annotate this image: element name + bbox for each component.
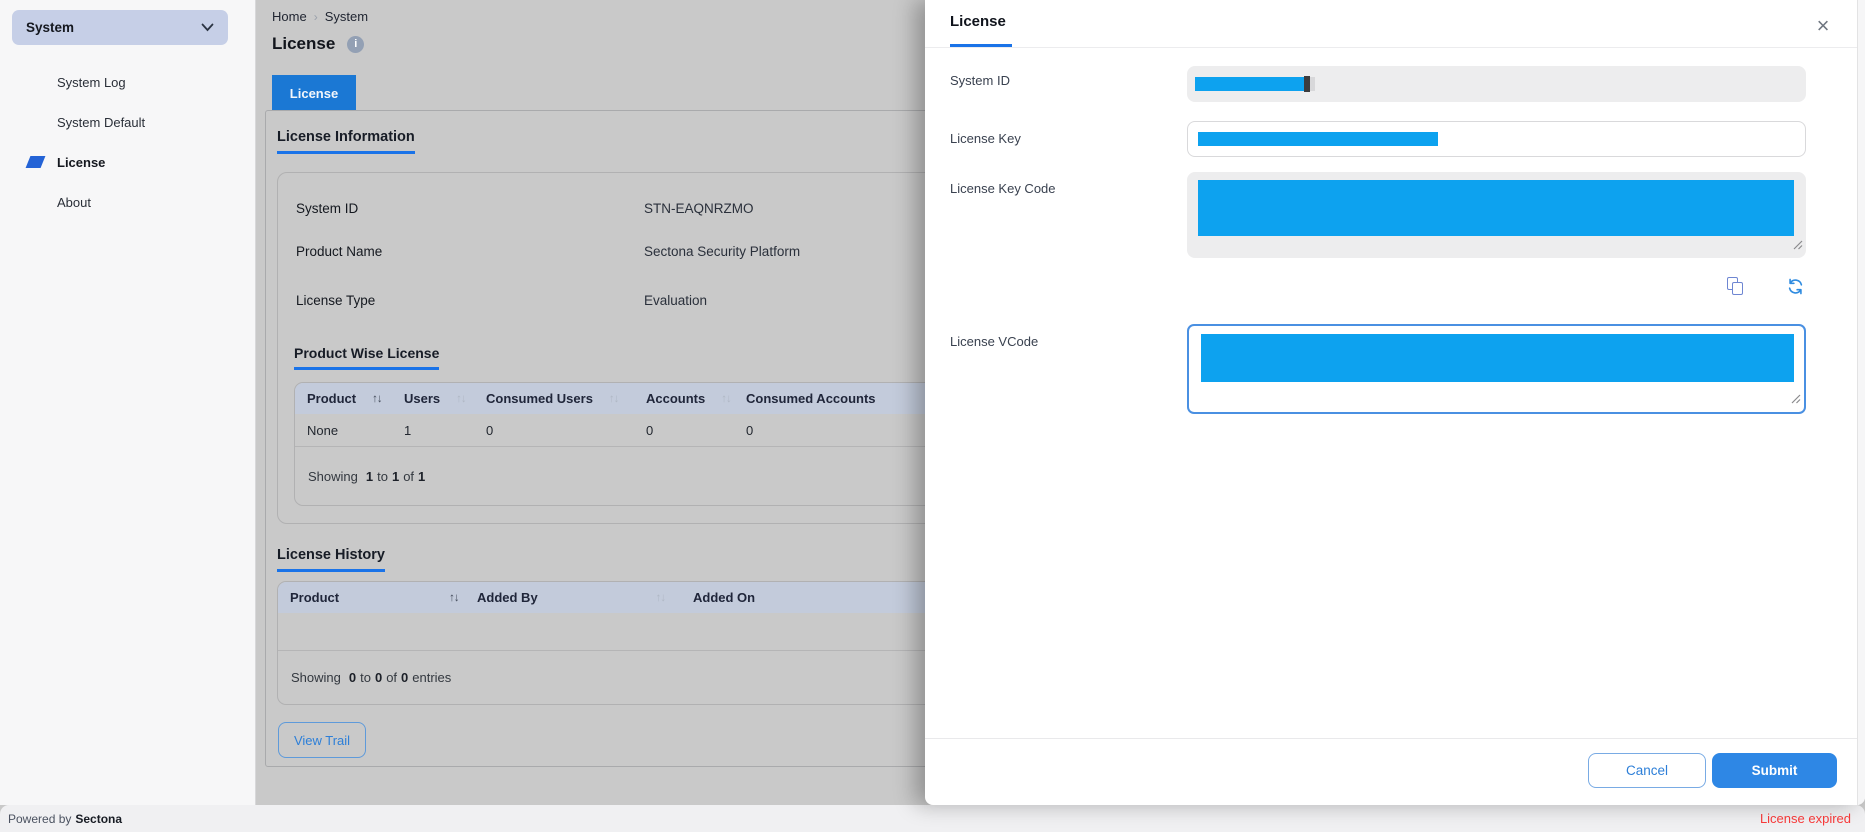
field-label: License Type xyxy=(296,293,644,308)
column-header-consumed-users[interactable]: Consumed Users ↑↓ xyxy=(474,391,634,406)
license-drawer: License × System ID License Key License … xyxy=(925,0,1865,805)
drawer-header: License xyxy=(925,0,1857,48)
section-heading-license-information: License Information xyxy=(277,129,415,154)
close-icon[interactable]: × xyxy=(1809,12,1837,40)
app-root: System System Log System Default License… xyxy=(0,0,1865,832)
info-row-license-type: License Type Evaluation xyxy=(296,293,707,308)
license-vcode-textarea[interactable] xyxy=(1187,324,1806,414)
redacted-value xyxy=(1198,132,1438,146)
field-label: System ID xyxy=(296,201,644,216)
drawer-title-underline xyxy=(950,44,1012,47)
license-key-input[interactable] xyxy=(1187,121,1806,157)
resize-handle-icon[interactable] xyxy=(1791,391,1801,409)
column-header-product[interactable]: Product ↑↓ xyxy=(295,391,392,406)
column-header-added-by[interactable]: Added By ↑↓ xyxy=(465,590,681,605)
column-label: Added By xyxy=(477,590,538,605)
section-heading-product-wise-license: Product Wise License xyxy=(294,345,439,370)
powered-by: Powered bySectona xyxy=(8,812,122,826)
column-header-accounts[interactable]: Accounts ↑↓ xyxy=(634,391,734,406)
license-key-code-textarea[interactable] xyxy=(1187,172,1806,258)
field-value: Evaluation xyxy=(644,293,707,308)
column-header-users[interactable]: Users ↑↓ xyxy=(392,391,474,406)
column-label: Users xyxy=(404,391,440,406)
drawer-label-license-key: License Key xyxy=(950,131,1021,146)
sidebar-item-label: About xyxy=(57,195,91,210)
submit-button[interactable]: Submit xyxy=(1712,753,1837,788)
chevron-down-icon xyxy=(201,23,214,32)
brand-name: Sectona xyxy=(75,812,122,826)
column-label: Accounts xyxy=(646,391,705,406)
footer-bar: Powered bySectona License expired xyxy=(0,805,1865,832)
view-trail-button[interactable]: View Trail xyxy=(278,722,366,758)
column-label: Product xyxy=(307,391,356,406)
redacted-value xyxy=(1195,77,1304,91)
page-title: License xyxy=(272,34,335,54)
sidebar-menu: System Log System Default License About xyxy=(0,62,255,222)
sidebar-item-label: System Default xyxy=(57,115,145,130)
redacted-value xyxy=(1198,180,1794,236)
drawer-label-system-id: System ID xyxy=(950,73,1010,88)
info-row-system-id: System ID STN-EAQNRZMO xyxy=(296,201,754,216)
system-menu-button[interactable]: System xyxy=(12,10,228,45)
sidebar-item-label: License xyxy=(57,155,105,170)
sidebar-item-label: System Log xyxy=(57,75,126,90)
field-value: Sectona Security Platform xyxy=(644,244,800,259)
license-status-badge: License expired xyxy=(1760,811,1851,826)
sidebar-item-system-log[interactable]: System Log xyxy=(0,62,255,102)
cancel-button[interactable]: Cancel xyxy=(1588,753,1706,788)
sort-icon: ↑↓ xyxy=(449,592,459,604)
tab-license[interactable]: License xyxy=(272,75,356,111)
system-id-input[interactable] xyxy=(1187,66,1806,102)
sidebar-item-system-default[interactable]: System Default xyxy=(0,102,255,142)
sidebar-item-license[interactable]: License xyxy=(0,142,255,182)
breadcrumb: Home › System xyxy=(272,9,368,24)
system-menu-label: System xyxy=(26,20,74,35)
cell-users: 1 xyxy=(392,423,474,438)
drawer-footer-divider xyxy=(925,738,1857,739)
sort-icon: ↑↓ xyxy=(372,393,382,405)
sort-icon: ↑↓ xyxy=(656,592,666,604)
drawer-title: License xyxy=(950,13,1006,30)
sidebar: System System Log System Default License… xyxy=(0,0,256,805)
cell-accounts: 0 xyxy=(634,423,734,438)
breadcrumb-system[interactable]: System xyxy=(325,9,368,24)
cell-consumed-users: 0 xyxy=(474,423,634,438)
column-header-product[interactable]: Product ↑↓ xyxy=(278,590,465,605)
breadcrumb-home[interactable]: Home xyxy=(272,9,307,24)
field-value: STN-EAQNRZMO xyxy=(644,201,754,216)
resize-handle-icon[interactable] xyxy=(1793,237,1803,255)
sort-icon: ↑↓ xyxy=(609,393,619,405)
redacted-value xyxy=(1201,334,1794,382)
column-label: Consumed Accounts xyxy=(746,391,876,406)
section-heading-license-history: License History xyxy=(277,547,385,572)
sort-icon: ↑↓ xyxy=(721,393,731,405)
drawer-label-license-key-code: License Key Code xyxy=(950,181,1056,196)
copy-icon[interactable] xyxy=(1723,274,1747,298)
cell-product: None xyxy=(295,423,392,438)
field-label: Product Name xyxy=(296,244,644,259)
column-label: Added On xyxy=(693,590,755,605)
license-icon xyxy=(26,156,46,168)
scrollbar-track[interactable] xyxy=(1857,0,1865,805)
breadcrumb-separator-icon: › xyxy=(314,10,318,24)
redacted-value-end xyxy=(1310,77,1315,91)
drawer-label-license-vcode: License VCode xyxy=(950,334,1038,349)
refresh-icon[interactable] xyxy=(1783,274,1807,298)
column-label: Consumed Users xyxy=(486,391,593,406)
info-row-product-name: Product Name Sectona Security Platform xyxy=(296,244,800,259)
info-icon[interactable]: i xyxy=(347,36,364,53)
column-label: Product xyxy=(290,590,339,605)
sort-icon: ↑↓ xyxy=(456,393,466,405)
sidebar-item-about[interactable]: About xyxy=(0,182,255,222)
